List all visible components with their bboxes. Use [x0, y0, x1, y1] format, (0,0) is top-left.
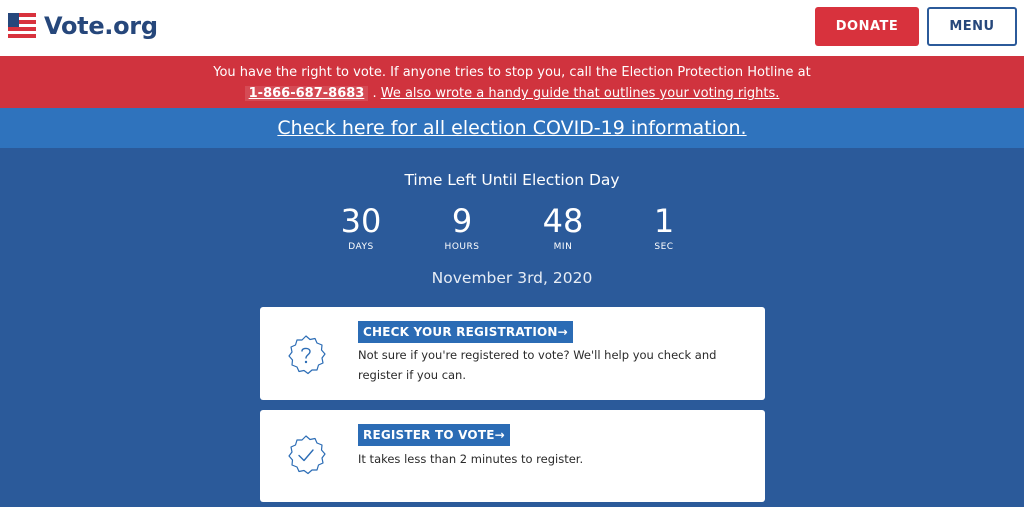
- countdown-minutes-value: 48: [542, 202, 584, 240]
- countdown-minutes: 48 MIN: [513, 202, 613, 252]
- countdown-days-label: DAYS: [348, 242, 374, 252]
- donate-button[interactable]: DONATE: [815, 7, 919, 46]
- countdown-seconds-label: SEC: [654, 242, 674, 252]
- countdown-minutes-label: MIN: [553, 242, 573, 252]
- countdown-title: Time Left Until Election Day: [404, 171, 620, 189]
- register-to-vote-card[interactable]: REGISTER TO VOTE→ It takes less than 2 m…: [260, 410, 765, 502]
- voting-rights-alert: You have the right to vote. If anyone tr…: [0, 56, 1024, 108]
- logo[interactable]: Vote.org: [8, 12, 158, 40]
- check-registration-card[interactable]: CHECK YOUR REGISTRATION→ Not sure if you…: [260, 307, 765, 400]
- election-date: November 3rd, 2020: [431, 269, 593, 287]
- countdown-hours: 9 HOURS: [412, 202, 512, 252]
- alert-separator: .: [368, 86, 381, 101]
- logo-text: Vote.org: [44, 12, 158, 40]
- register-to-vote-description: It takes less than 2 minutes to register…: [358, 452, 584, 466]
- register-to-vote-button[interactable]: REGISTER TO VOTE→: [358, 424, 510, 446]
- countdown-hours-value: 9: [451, 202, 473, 240]
- covid-info-link[interactable]: Check here for all election COVID-19 inf…: [277, 117, 746, 139]
- question-badge-icon: [288, 335, 326, 375]
- voting-rights-guide-link[interactable]: We also wrote a handy guide that outline…: [381, 86, 780, 101]
- alert-text: You have the right to vote. If anyone tr…: [213, 65, 811, 80]
- check-registration-description: Not sure if you're registered to vote? W…: [358, 348, 717, 382]
- check-badge-icon: [288, 435, 326, 475]
- covid-banner: Check here for all election COVID-19 inf…: [0, 108, 1024, 148]
- countdown-days-value: 30: [340, 202, 382, 240]
- menu-button[interactable]: MENU: [927, 7, 1017, 46]
- countdown-seconds-value: 1: [653, 202, 675, 240]
- countdown-hours-label: HOURS: [444, 242, 480, 252]
- check-registration-button[interactable]: CHECK YOUR REGISTRATION→: [358, 321, 573, 343]
- countdown-seconds: 1 SEC: [614, 202, 714, 252]
- countdown-days: 30 DAYS: [311, 202, 411, 252]
- flag-icon: [8, 13, 36, 39]
- hotline-link[interactable]: 1-866-687-8683: [244, 86, 369, 101]
- site-header: Vote.org DONATE MENU: [0, 0, 1024, 56]
